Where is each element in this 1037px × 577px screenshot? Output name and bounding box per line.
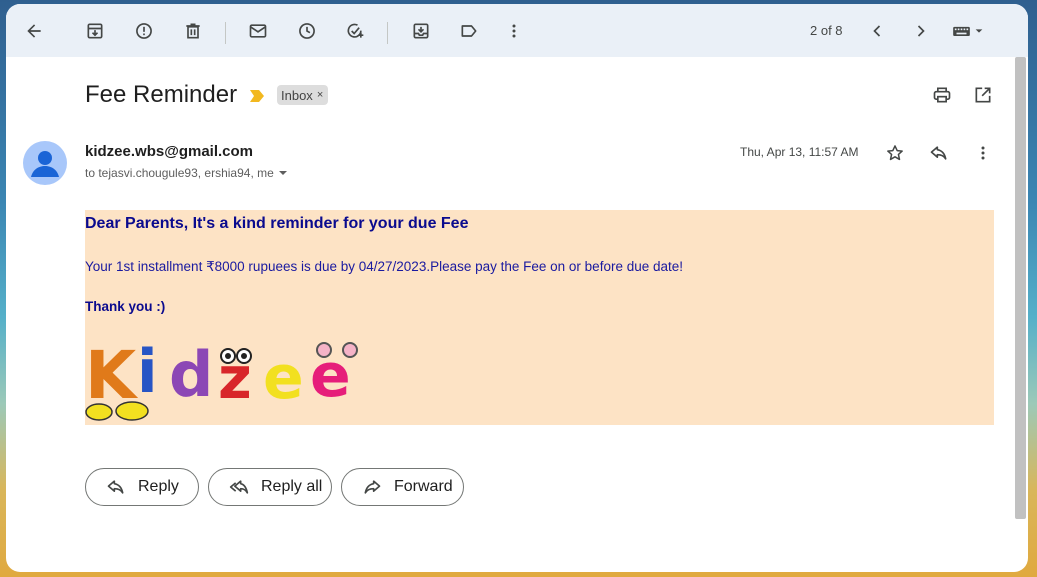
report-spam-icon[interactable] (133, 20, 155, 42)
label-chip-inbox: Inbox × (277, 85, 329, 105)
more-options-icon[interactable] (971, 141, 995, 165)
archive-icon[interactable] (84, 20, 106, 42)
sender-avatar[interactable] (23, 141, 67, 185)
label-icon[interactable] (458, 20, 480, 42)
email-window: 2 of 8 Fee Reminder Inbox × kidzee.wbs@g… (6, 4, 1028, 572)
importance-marker-icon[interactable] (250, 89, 264, 102)
recipients-line: to tejasvi.chougule93, ershia94, me (85, 166, 288, 180)
body-thanks: Thank you :) (85, 299, 166, 314)
svg-text:d: d (169, 338, 213, 411)
kidzee-logo: K i d z e e (85, 337, 358, 421)
forward-button-label: Forward (394, 478, 453, 495)
forward-button[interactable]: Forward (341, 468, 464, 506)
label-chip-text: Inbox (281, 87, 313, 103)
svg-text:e: e (263, 343, 304, 413)
sender-email[interactable]: kidzee.wbs@gmail.com (85, 143, 253, 160)
toolbar-divider (225, 22, 226, 44)
toolbar-divider (387, 22, 388, 44)
delete-icon[interactable] (182, 20, 204, 42)
print-icon[interactable] (930, 83, 954, 107)
reply-all-icon (229, 480, 249, 494)
reply-all-button[interactable]: Reply all (208, 468, 332, 506)
recipients-text: to tejasvi.chougule93, ershia94, me (85, 166, 274, 180)
back-arrow-icon[interactable] (23, 20, 45, 42)
scrollbar[interactable] (1015, 57, 1026, 519)
email-body: Dear Parents, It's a kind reminder for y… (85, 210, 994, 425)
reply-icon[interactable] (927, 141, 951, 165)
reply-all-button-label: Reply all (261, 478, 323, 495)
star-icon[interactable] (883, 141, 907, 165)
move-to-icon[interactable] (410, 20, 432, 42)
newer-icon[interactable] (866, 20, 888, 42)
older-icon[interactable] (910, 20, 932, 42)
show-details-dropdown-icon[interactable] (278, 168, 288, 178)
snooze-icon[interactable] (296, 20, 318, 42)
svg-text:i: i (137, 337, 158, 407)
add-task-icon[interactable] (344, 20, 366, 42)
input-tools-icon[interactable] (948, 20, 990, 42)
email-date: Thu, Apr 13, 11:57 AM (740, 145, 859, 159)
reply-icon (107, 480, 124, 494)
reply-button[interactable]: Reply (85, 468, 199, 506)
body-installment-text: Your 1st installment ₹8000 rupuees is du… (85, 259, 684, 274)
reply-button-label: Reply (138, 478, 179, 495)
more-vert-icon[interactable] (503, 20, 525, 42)
remove-label-icon[interactable]: × (317, 89, 323, 101)
pager-count: 2 of 8 (810, 23, 843, 38)
email-subject: Fee Reminder (85, 81, 238, 108)
toolbar: 2 of 8 (6, 4, 1028, 57)
mark-unread-icon[interactable] (247, 20, 269, 42)
forward-icon (364, 480, 381, 494)
body-greeting: Dear Parents, It's a kind reminder for y… (85, 215, 469, 232)
open-in-new-window-icon[interactable] (971, 83, 995, 107)
